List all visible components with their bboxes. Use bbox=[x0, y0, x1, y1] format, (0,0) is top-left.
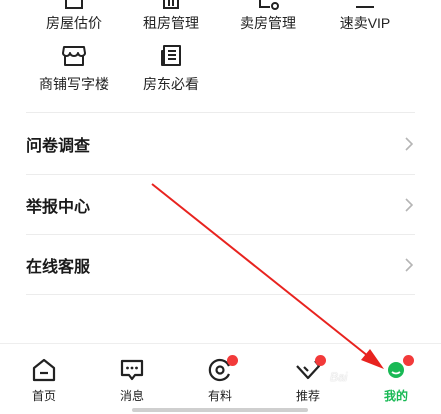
tab-discover[interactable]: 有料 bbox=[190, 344, 250, 406]
notification-badge bbox=[315, 355, 326, 366]
sell-management-icon bbox=[259, 0, 279, 10]
tab-label: 有料 bbox=[207, 389, 232, 403]
divider bbox=[26, 294, 415, 295]
service-label: 商铺写字楼 bbox=[39, 76, 109, 92]
notification-badge bbox=[403, 355, 414, 366]
menu-item-label: 在线客服 bbox=[26, 259, 91, 276]
service-house-valuation[interactable]: 房屋估价 bbox=[29, 0, 119, 33]
service-vip[interactable]: 速卖VIP bbox=[320, 0, 410, 33]
service-landlord-guide[interactable]: 房东必看 bbox=[126, 44, 216, 94]
menu-item-report-center[interactable]: 举报中心 bbox=[0, 175, 441, 235]
message-icon bbox=[120, 359, 144, 381]
storefront-icon bbox=[62, 46, 86, 66]
service-label: 租房管理 bbox=[143, 15, 199, 31]
tab-label: 我的 bbox=[383, 389, 408, 403]
service-label: 房东必看 bbox=[143, 76, 199, 92]
watermark: Bai bbox=[330, 370, 348, 384]
chevron-right-icon bbox=[405, 137, 413, 151]
menu-item-survey[interactable]: 问卷调查 bbox=[0, 114, 441, 174]
tab-messages[interactable]: 消息 bbox=[102, 344, 162, 406]
tab-label: 首页 bbox=[31, 389, 56, 403]
tab-profile[interactable]: 我的 bbox=[366, 344, 426, 406]
service-sell-management[interactable]: 卖房管理 bbox=[223, 0, 313, 33]
divider bbox=[26, 112, 415, 113]
menu-item-label: 问卷调查 bbox=[26, 138, 91, 155]
home-indicator bbox=[132, 408, 308, 412]
tab-label: 消息 bbox=[119, 389, 144, 403]
rent-management-icon bbox=[163, 0, 179, 9]
chevron-right-icon bbox=[405, 198, 413, 212]
service-label: 卖房管理 bbox=[240, 15, 296, 31]
tab-label: 推荐 bbox=[295, 389, 320, 403]
service-label: 速卖VIP bbox=[339, 15, 391, 31]
home-icon bbox=[32, 358, 56, 382]
menu-item-label: 举报中心 bbox=[26, 199, 91, 216]
service-label: 房屋估价 bbox=[46, 15, 102, 31]
notification-badge bbox=[227, 355, 238, 366]
tab-recommend[interactable]: 推荐 bbox=[278, 344, 338, 406]
house-valuation-icon bbox=[65, 0, 83, 9]
tab-home[interactable]: 首页 bbox=[14, 344, 74, 406]
menu-item-online-support[interactable]: 在线客服 bbox=[0, 235, 441, 295]
service-rent-management[interactable]: 租房管理 bbox=[126, 0, 216, 33]
chevron-right-icon bbox=[405, 258, 413, 272]
vip-icon bbox=[356, 6, 374, 8]
service-storefront[interactable]: 商铺写字楼 bbox=[29, 44, 119, 94]
newspaper-icon bbox=[161, 45, 181, 66]
bottom-tab-bar: 首页 消息 有料 推荐 我的 bbox=[0, 343, 441, 414]
